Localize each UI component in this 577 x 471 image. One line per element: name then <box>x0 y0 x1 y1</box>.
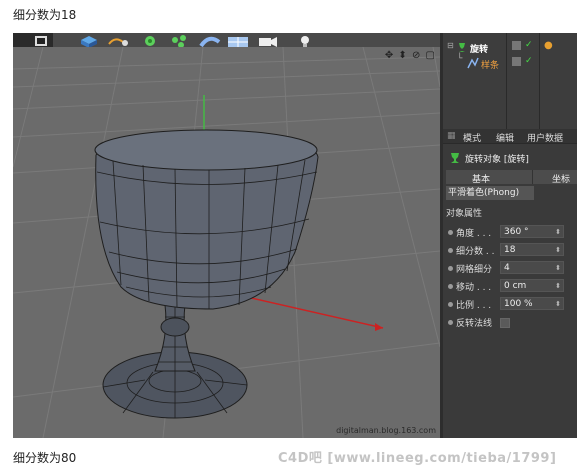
param-anim-dot[interactable] <box>448 284 453 289</box>
subdivision-icon <box>145 36 155 46</box>
spline-icon <box>467 57 479 69</box>
mesh-subdivision-field[interactable]: 4 ⬍ <box>500 261 564 274</box>
param-anim-dot[interactable] <box>448 320 453 325</box>
attribute-title-row: 旋转对象 [旋转] <box>443 149 577 165</box>
menu-edit[interactable]: 编辑 <box>496 131 514 144</box>
array-icon <box>172 35 186 47</box>
3d-viewport[interactable]: ✥ ⬍ ⊘ ▢ digitalman.blog.163.com <box>13 47 440 438</box>
caption-bottom: 细分数为80 <box>13 451 77 465</box>
angle-value: 360 ° <box>504 227 529 237</box>
layer-toggle-icon[interactable] <box>512 57 521 66</box>
param-move: 移动 . . . 0 cm ⬍ <box>443 279 577 293</box>
toolbar-left-segment <box>13 33 53 47</box>
object-name-spline[interactable]: 样条 <box>481 58 499 71</box>
floor-icon <box>228 37 248 47</box>
param-scale: 比例 . . . 100 % ⬍ <box>443 297 577 311</box>
subdivision-button[interactable] <box>137 33 163 47</box>
object-name-lathe[interactable]: 旋转 <box>470 42 488 55</box>
menu-user-data[interactable]: 用户数据 <box>527 131 563 144</box>
phong-tag-icon[interactable]: ● <box>544 40 553 51</box>
param-label: 网格细分 <box>456 265 493 275</box>
param-anim-dot[interactable] <box>448 302 453 307</box>
flip-normals-checkbox[interactable] <box>500 318 510 328</box>
object-properties-heading: 对象属性 <box>446 209 483 219</box>
viewport-scene <box>13 47 440 438</box>
cube-icon <box>81 36 97 47</box>
toolbar <box>13 33 440 47</box>
watermark: C4D吧 [www.lineeg.com/tieba/1799] <box>278 451 557 466</box>
film-icon[interactable] <box>13 34 53 47</box>
light-button[interactable] <box>295 33 315 47</box>
subdivision-field[interactable]: 18 ⬍ <box>500 243 564 256</box>
param-label: 细分数 . . <box>456 247 495 257</box>
viewport-credit: digitalman.blog.163.com <box>336 426 436 435</box>
object-row-spline[interactable]: └ 样条 ✓ <box>443 54 577 71</box>
object-manager: ⊟ 旋转 ✓ ● └ 样条 ✓ <box>443 33 577 129</box>
move-value: 0 cm <box>504 281 527 291</box>
viewport-nav-icons[interactable]: ✥ ⬍ ⊘ ▢ <box>385 50 436 61</box>
bend-icon <box>199 36 221 47</box>
grip-icon: ▦ <box>447 131 456 141</box>
phong-tag-tab[interactable]: 平滑着色(Phong) <box>446 186 534 200</box>
tree-line-icon: └ <box>457 54 463 64</box>
object-row-lathe[interactable]: ⊟ 旋转 ✓ ● <box>443 40 577 55</box>
spinner-icon[interactable]: ⬍ <box>555 226 561 239</box>
attribute-title: 旋转对象 [旋转] <box>465 155 529 165</box>
subdivision-value: 18 <box>504 245 516 255</box>
camera-button[interactable] <box>255 33 281 47</box>
array-button[interactable] <box>167 33 193 47</box>
subtab-coord[interactable]: 坐标 <box>552 172 570 185</box>
lathe-icon <box>451 153 459 163</box>
move-field[interactable]: 0 cm ⬍ <box>500 279 564 292</box>
pen-tool-button[interactable] <box>105 33 133 47</box>
menu-mode[interactable]: 模式 <box>463 131 481 144</box>
spinner-icon[interactable]: ⬍ <box>555 262 561 275</box>
param-angle: 角度 . . . 360 ° ⬍ <box>443 225 577 239</box>
param-flip-normals: 反转法线 <box>443 315 577 329</box>
caption-top: 细分数为18 <box>13 8 77 22</box>
enabled-check-icon[interactable]: ✓ <box>525 40 533 50</box>
tree-expander-icon[interactable]: ⊟ <box>447 41 454 50</box>
subtab-divider <box>532 170 533 184</box>
param-label: 移动 . . . <box>456 283 492 293</box>
lathe-icon <box>459 43 465 52</box>
scale-field[interactable]: 100 % ⬍ <box>500 297 564 310</box>
pen-icon <box>108 38 128 46</box>
param-label: 反转法线 <box>456 319 493 329</box>
mesh-subdivision-value: 4 <box>504 263 510 273</box>
spinner-icon[interactable]: ⬍ <box>555 280 561 293</box>
param-anim-dot[interactable] <box>448 266 453 271</box>
param-mesh-subdivision: 网格细分 4 ⬍ <box>443 261 577 275</box>
deformer-button[interactable] <box>197 33 223 47</box>
enabled-check-icon[interactable]: ✓ <box>525 56 533 66</box>
scale-value: 100 % <box>504 299 533 309</box>
attribute-manager: ▦ 模式 编辑 用户数据 旋转对象 [旋转] 基本 坐标 平滑着色(Phong)… <box>443 129 577 438</box>
attribute-menu-bar: ▦ 模式 编辑 用户数据 <box>443 129 577 144</box>
cinema4d-window: ✥ ⬍ ⊘ ▢ digitalman.blog.163.com ⊟ 旋转 ✓ ●… <box>13 33 577 438</box>
spinner-icon[interactable]: ⬍ <box>555 298 561 311</box>
spinner-icon[interactable]: ⬍ <box>555 244 561 257</box>
param-subdivision: 细分数 . . 18 ⬍ <box>443 243 577 257</box>
cube-tool-button[interactable] <box>75 33 103 47</box>
param-label: 角度 . . . <box>456 229 492 239</box>
param-anim-dot[interactable] <box>448 248 453 253</box>
angle-field[interactable]: 360 ° ⬍ <box>500 225 564 238</box>
subtab-basic[interactable]: 基本 <box>472 172 490 185</box>
layer-toggle-icon[interactable] <box>512 41 521 50</box>
floor-button[interactable] <box>225 33 251 47</box>
param-anim-dot[interactable] <box>448 230 453 235</box>
goblet-model[interactable] <box>94 129 319 419</box>
param-label: 比例 . . . <box>456 301 492 311</box>
attribute-subtabs: 基本 坐标 <box>446 170 577 185</box>
camera-icon <box>259 37 277 47</box>
light-bulb-icon <box>301 36 309 47</box>
